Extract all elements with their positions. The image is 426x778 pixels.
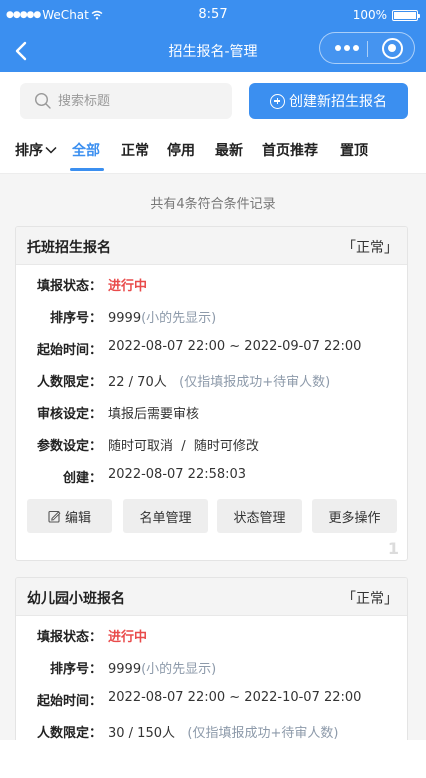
time-value: 2022-08-07 22:00 ~ 2022-10-07 22:00 bbox=[108, 690, 362, 705]
review-value: 填报后需要审核 bbox=[108, 407, 200, 422]
review-label: 审核设定： bbox=[36, 407, 102, 422]
fill-status-value: 进行中 bbox=[108, 279, 148, 294]
create-button-label: 创建新招生报名 bbox=[289, 94, 387, 110]
order-value: 9999 bbox=[108, 662, 142, 677]
param-label: 参数设定： bbox=[36, 439, 102, 454]
card-status: 「正常」 bbox=[342, 240, 398, 256]
card-title: 托班招生报名 bbox=[27, 240, 111, 256]
mini-program-capsule bbox=[319, 32, 415, 64]
fill-status-row: 填报状态： 进行中 bbox=[16, 275, 407, 295]
record-count: 共有4条符合条件记录 bbox=[150, 197, 276, 212]
tab-pinned[interactable]: 置顶 bbox=[340, 140, 368, 160]
search-box[interactable] bbox=[20, 83, 232, 119]
limit-note: (仅指填报成功+待审人数) bbox=[179, 375, 331, 390]
active-tab-indicator bbox=[70, 168, 104, 171]
fill-status-label: 填报状态： bbox=[36, 279, 102, 294]
more-actions-button[interactable]: 更多操作 bbox=[312, 499, 397, 533]
edit-button[interactable]: 编辑 bbox=[27, 499, 112, 533]
battery-icon bbox=[392, 9, 420, 21]
order-label: 排序号： bbox=[49, 311, 102, 326]
edit-icon bbox=[48, 510, 61, 523]
filter-tabs: 排序 全部 正常 停用 最新 首页推荐 置顶 bbox=[0, 130, 426, 174]
tab-home-recommended[interactable]: 首页推荐 bbox=[262, 140, 318, 160]
fill-status-value: 进行中 bbox=[108, 630, 148, 645]
card-actions: 编辑 名单管理 状态管理 更多操作 bbox=[27, 499, 400, 533]
status-button[interactable]: 状态管理 bbox=[217, 499, 302, 533]
capsule-close-icon[interactable] bbox=[382, 38, 403, 59]
search-row: 创建新招生报名 bbox=[0, 72, 426, 130]
order-value-group: 9999(小的先显示) bbox=[108, 658, 216, 677]
limit-label: 人数限定： bbox=[36, 726, 102, 740]
card-title: 幼儿园小班报名 bbox=[27, 591, 125, 607]
created-label: 创建： bbox=[62, 471, 102, 486]
limit-row: 人数限定： 30 / 150人 (仅指填报成功+待审人数) bbox=[16, 722, 407, 740]
order-label: 排序号： bbox=[49, 662, 102, 677]
search-icon bbox=[34, 92, 51, 109]
chevron-down-icon bbox=[45, 146, 57, 154]
more-dots-icon[interactable] bbox=[332, 40, 362, 56]
roster-button[interactable]: 名单管理 bbox=[123, 499, 208, 533]
content-area: 共有4条符合条件记录 托班招生报名 「正常」 填报状态： 进行中 排序号： 99… bbox=[0, 174, 426, 740]
limit-value-group: 22 / 70人 (仅指填报成功+待审人数) bbox=[108, 371, 330, 390]
bottom-safe-area bbox=[0, 740, 426, 778]
limit-row: 人数限定： 22 / 70人 (仅指填报成功+待审人数) bbox=[16, 371, 407, 391]
tab-sort[interactable]: 排序 bbox=[15, 140, 57, 160]
review-row: 审核设定： 填报后需要审核 bbox=[16, 403, 407, 423]
order-value-group: 9999(小的先显示) bbox=[108, 307, 216, 326]
limit-value-group: 30 / 150人 (仅指填报成功+待审人数) bbox=[108, 722, 338, 740]
tab-disabled[interactable]: 停用 bbox=[167, 140, 195, 160]
order-row: 排序号： 9999(小的先显示) bbox=[16, 658, 407, 678]
card-status: 「正常」 bbox=[342, 591, 398, 607]
edit-button-label: 编辑 bbox=[64, 510, 91, 526]
order-value: 9999 bbox=[108, 311, 142, 326]
limit-note: (仅指填报成功+待审人数) bbox=[187, 726, 339, 740]
created-value: 2022-08-07 22:58:03 bbox=[108, 467, 247, 482]
card-header: 幼儿园小班报名 「正常」 bbox=[16, 578, 407, 616]
card-index: 1 bbox=[387, 539, 399, 558]
battery-fill bbox=[394, 11, 416, 19]
time-label: 起始时间： bbox=[36, 343, 102, 358]
time-label: 起始时间： bbox=[36, 694, 102, 709]
param-row: 参数设定： 随时可取消 / 随时可修改 bbox=[16, 435, 407, 455]
card-header: 托班招生报名 「正常」 bbox=[16, 227, 407, 265]
create-registration-button[interactable]: 创建新招生报名 bbox=[249, 83, 408, 119]
time-row: 起始时间： 2022-08-07 22:00 ~ 2022-09-07 22:0… bbox=[16, 339, 407, 359]
created-row: 创建： 2022-08-07 22:58:03 bbox=[16, 467, 407, 487]
time-row: 起始时间： 2022-08-07 22:00 ~ 2022-10-07 22:0… bbox=[16, 690, 407, 710]
order-note: (小的先显示) bbox=[141, 311, 217, 326]
limit-label: 人数限定： bbox=[36, 375, 102, 390]
registration-card: 托班招生报名 「正常」 填报状态： 进行中 排序号： 9999(小的先显示) 起… bbox=[15, 226, 408, 561]
plus-circle-icon bbox=[270, 93, 285, 109]
fill-status-row: 填报状态： 进行中 bbox=[16, 626, 407, 646]
param-value: 随时可取消 / 随时可修改 bbox=[108, 439, 259, 454]
time-value: 2022-08-07 22:00 ~ 2022-09-07 22:00 bbox=[108, 339, 362, 354]
registration-card: 幼儿园小班报名 「正常」 填报状态： 进行中 排序号： 9999(小的先显示) … bbox=[15, 577, 408, 740]
limit-value: 30 / 150人 bbox=[108, 726, 175, 740]
sort-label: 排序 bbox=[15, 143, 43, 159]
tab-all[interactable]: 全部 bbox=[72, 140, 100, 160]
status-bar: ●●●●● WeChat 8:57 100% bbox=[0, 0, 426, 30]
order-row: 排序号： 9999(小的先显示) bbox=[16, 307, 407, 327]
order-note: (小的先显示) bbox=[141, 662, 217, 677]
tab-latest[interactable]: 最新 bbox=[215, 140, 243, 160]
fill-status-label: 填报状态： bbox=[36, 630, 102, 645]
nav-bar: 招生报名-管理 bbox=[0, 30, 426, 72]
status-right: 100% bbox=[352, 8, 420, 22]
limit-value: 22 / 70人 bbox=[108, 375, 167, 390]
capsule-divider bbox=[367, 41, 368, 57]
battery-percent: 100% bbox=[352, 8, 387, 22]
tab-normal[interactable]: 正常 bbox=[121, 140, 149, 160]
search-input[interactable] bbox=[58, 90, 218, 112]
